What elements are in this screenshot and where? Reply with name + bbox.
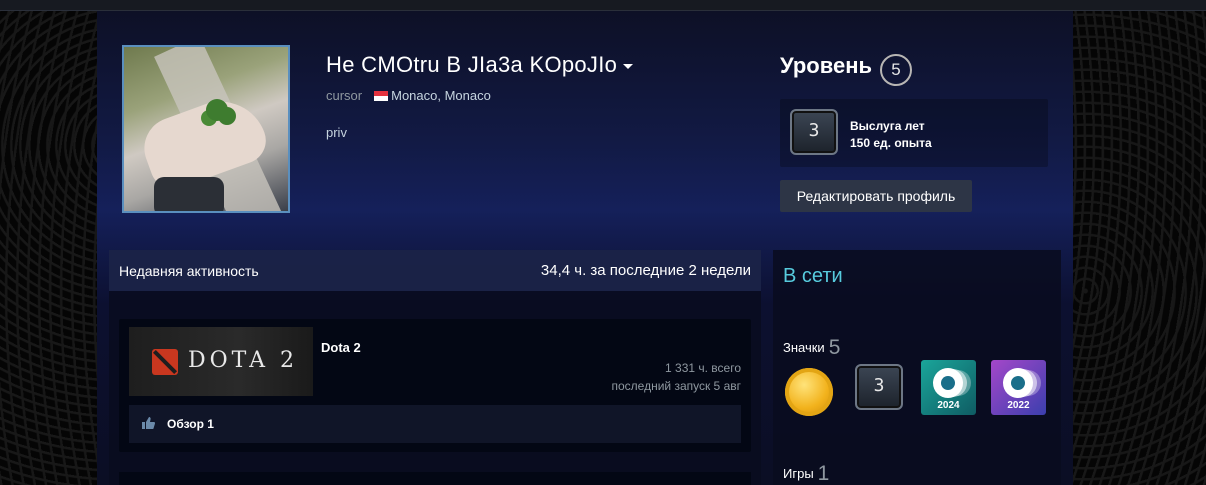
monaco-flag-icon [374, 91, 389, 101]
game-review-row[interactable]: Обзор 1 [129, 405, 741, 443]
featured-badge[interactable]: 3 Выслуга лет 150 ед. опыта [780, 99, 1048, 167]
real-name-row: cursor Monaco, Monaco [326, 88, 491, 103]
avatar-shoe [154, 177, 224, 211]
badges-label: Значки [783, 340, 825, 355]
thumbs-up-icon [142, 417, 155, 429]
game-card [119, 472, 751, 485]
games-link[interactable]: Игры 1 [783, 462, 829, 485]
game-logo-text: DOTA 2 [188, 348, 299, 373]
edit-profile-button[interactable]: Редактировать профиль [780, 180, 972, 212]
level-label: Уровень [780, 53, 873, 78]
recent-activity-header: Недавняя активность 34,4 ч. за последние… [109, 250, 761, 291]
avatar-clover [206, 99, 228, 121]
game-capsule[interactable]: DOTA 2 [129, 327, 313, 396]
game-card: DOTA 2 Dota 2 1 331 ч. всего последний з… [119, 319, 751, 452]
profile-summary: priv [326, 125, 347, 140]
badges-count: 5 [828, 336, 841, 359]
game-name[interactable]: Dota 2 [321, 340, 361, 355]
game-last-played: последний запуск 5 авг [611, 379, 741, 393]
online-status: В сети [783, 265, 843, 287]
recent-activity-title: Недавняя активность [119, 263, 259, 279]
persona-name-text: Не CMOtru B JIa3a KOpoJIo [326, 52, 618, 77]
real-name: cursor [326, 88, 363, 103]
dota-logo-icon [152, 349, 178, 375]
location: Monaco, Monaco [391, 88, 491, 103]
steam-logo-icon [933, 368, 963, 398]
years-badge-icon: 3 [790, 109, 838, 155]
game-total-hours: 1 331 ч. всего [665, 361, 741, 375]
badge-year: 2022 [1007, 400, 1030, 411]
badge-xp: 150 ед. опыта [850, 136, 932, 150]
avatar[interactable] [122, 45, 290, 213]
recent-activity-panel: Недавняя активность 34,4 ч. за последние… [109, 250, 761, 485]
chevron-down-icon[interactable] [623, 63, 634, 69]
sidebar-panel: В сети Значки 5 3 2024 2022 Игры 1 [773, 250, 1061, 485]
badge-year: 2024 [937, 400, 960, 411]
years-badge-icon[interactable]: 3 [855, 364, 903, 410]
top-bar [0, 0, 1206, 11]
steam-2022-badge-icon[interactable]: 2022 [991, 360, 1046, 415]
games-count: 1 [817, 462, 830, 485]
steam-logo-icon [1003, 368, 1033, 398]
level-value[interactable]: 5 [880, 54, 912, 86]
gold-coin-badge-icon[interactable] [785, 368, 833, 416]
steam-2024-badge-icon[interactable]: 2024 [921, 360, 976, 415]
profile-page: Не CMOtru B JIa3a KOpoJIo cursor Monaco, … [97, 11, 1073, 485]
recent-activity-hours: 34,4 ч. за последние 2 недели [540, 262, 751, 279]
games-label: Игры [783, 466, 814, 481]
review-label: Обзор 1 [167, 417, 214, 431]
badge-title: Выслуга лет [850, 119, 925, 133]
persona-name[interactable]: Не CMOtru B JIa3a KOpoJIo [326, 52, 634, 78]
badges-link[interactable]: Значки 5 [783, 336, 840, 360]
